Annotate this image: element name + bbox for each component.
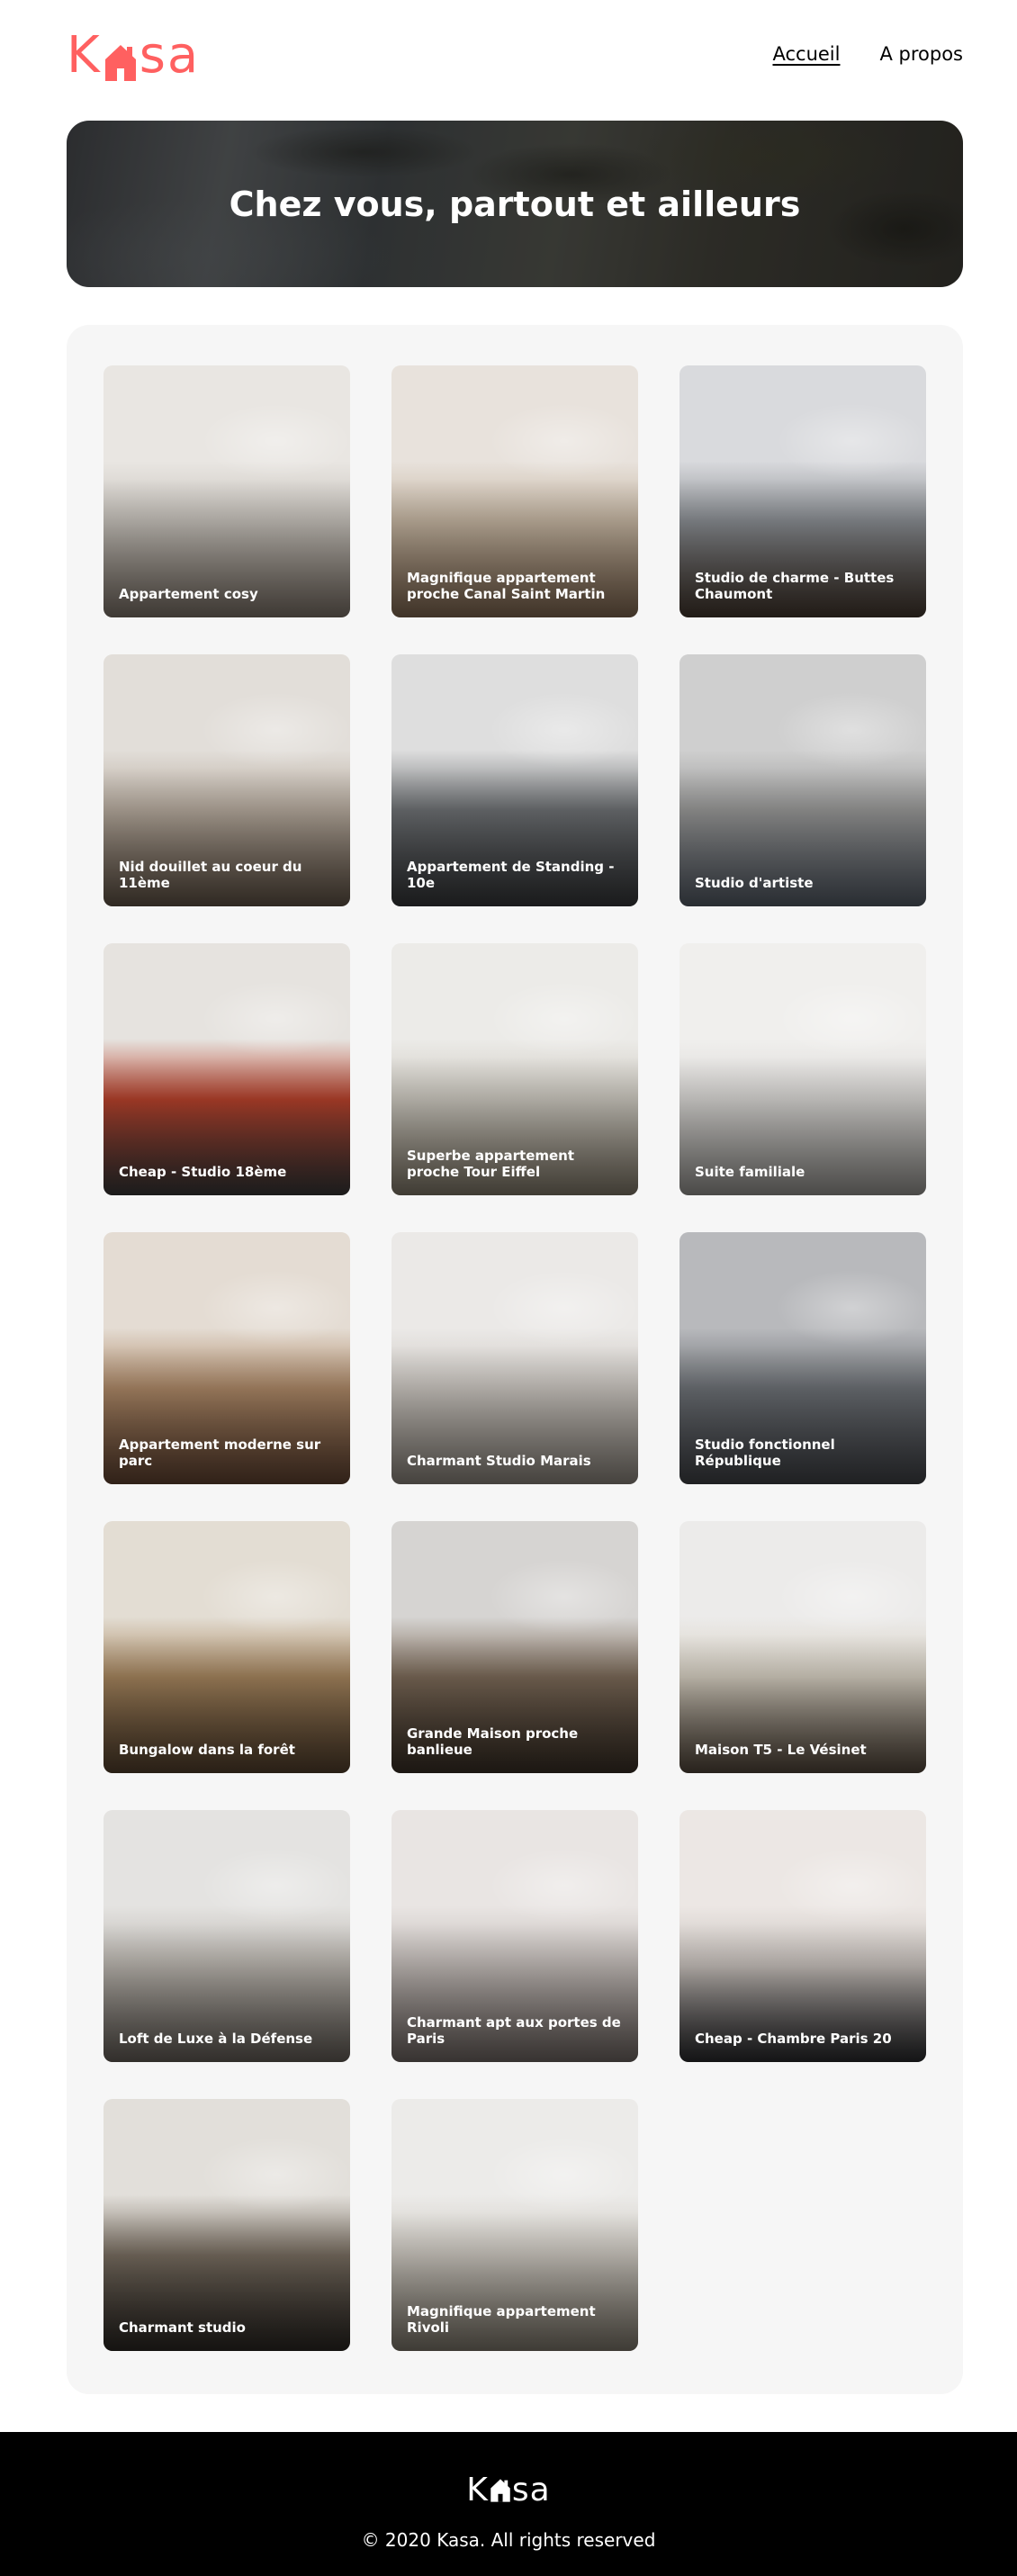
listing-card[interactable]: Cheap - Studio 18ème [104,943,350,1195]
listing-gradient-overlay [104,1521,350,1773]
listing-gradient-overlay [104,943,350,1195]
listing-gradient-overlay [680,1521,926,1773]
listing-title: Nid douillet au coeur du 11ème [119,859,302,891]
listing-gradient-overlay [392,1232,638,1484]
listing-card[interactable]: Appartement moderne sur parc [104,1232,350,1484]
listing-gradient-overlay [104,365,350,617]
logo-letters-sa: sa [139,26,201,85]
kasa-logo[interactable]: K sa [67,29,200,83]
main-nav: Accueil A propos [772,43,963,65]
copyright-text: © 2020 Kasa. All rights reserved [361,2529,656,2551]
listing-title: Maison T5 - Le Vésinet [695,1742,867,1758]
listing-title: Cheap - Studio 18ème [119,1164,287,1180]
listing-card[interactable]: Magnifique appartement proche Canal Sain… [392,365,638,617]
footer-house-icon [490,2474,511,2502]
listing-title: Grande Maison proche banlieue [407,1725,579,1758]
listing-card[interactable]: Charmant studio [104,2099,350,2351]
listing-card[interactable]: Loft de Luxe à la Défense [104,1810,350,2062]
listing-gradient-overlay [680,1810,926,2062]
hero-banner: Chez vous, partout et ailleurs [67,121,963,287]
footer-logo: Ksa [0,2472,1017,2508]
listing-title: Magnifique appartement proche Canal Sain… [407,570,606,602]
listing-card[interactable]: Studio de charme - Buttes Chaumont [680,365,926,617]
logo-letter-k: K [67,26,102,85]
listing-title: Charmant apt aux portes de Paris [407,2014,621,2047]
banner-title: Chez vous, partout et ailleurs [229,184,801,224]
listing-title: Studio fonctionnel République [695,1437,835,1469]
listings-gallery: Appartement cosy Magnifique appartement p… [67,325,963,2394]
listing-title: Charmant Studio Marais [407,1453,591,1469]
listing-card[interactable]: Cheap - Chambre Paris 20 [680,1810,926,2062]
listing-card[interactable]: Superbe appartement proche Tour Eiffel [392,943,638,1195]
listing-card[interactable]: Appartement de Standing - 10e [392,654,638,906]
listing-card[interactable]: Charmant Studio Marais [392,1232,638,1484]
listing-title: Magnifique appartement Rivoli [407,2303,596,2336]
listing-gradient-overlay [680,654,926,906]
listing-title: Appartement cosy [119,586,258,602]
site-footer: Ksa © 2020 Kasa. All rights reserved [0,2432,1017,2576]
listing-card[interactable]: Appartement cosy [104,365,350,617]
footer-logo-letter-k: K [466,2472,489,2508]
listing-card[interactable]: Maison T5 - Le Vésinet [680,1521,926,1773]
house-icon [104,40,138,81]
listing-gradient-overlay [104,1810,350,2062]
listing-title: Studio de charme - Buttes Chaumont [695,570,895,602]
listing-title: Superbe appartement proche Tour Eiffel [407,1148,575,1180]
listing-card[interactable]: Suite familiale [680,943,926,1195]
listing-title: Suite familiale [695,1164,806,1180]
listing-title: Appartement moderne sur parc [119,1437,321,1469]
footer-logo-letters-sa: sa [511,2472,551,2508]
listing-gradient-overlay [680,943,926,1195]
listing-card[interactable]: Magnifique appartement Rivoli [392,2099,638,2351]
listing-title: Bungalow dans la forêt [119,1742,295,1758]
site-header: K sa Accueil A propos [67,29,963,83]
listing-title: Studio d'artiste [695,875,814,891]
listing-title: Loft de Luxe à la Défense [119,2031,313,2047]
listing-title: Charmant studio [119,2319,246,2336]
listing-card[interactable]: Charmant apt aux portes de Paris [392,1810,638,2062]
listing-title: Appartement de Standing - 10e [407,859,615,891]
listing-title: Cheap - Chambre Paris 20 [695,2031,892,2047]
listing-gradient-overlay [104,2099,350,2351]
listing-card[interactable]: Grande Maison proche banlieue [392,1521,638,1773]
listing-card[interactable]: Nid douillet au coeur du 11ème [104,654,350,906]
listing-card[interactable]: Studio fonctionnel République [680,1232,926,1484]
listing-card[interactable]: Studio d'artiste [680,654,926,906]
listing-card[interactable]: Bungalow dans la forêt [104,1521,350,1773]
nav-link-a-propos[interactable]: A propos [879,43,963,65]
nav-link-accueil[interactable]: Accueil [772,43,840,65]
